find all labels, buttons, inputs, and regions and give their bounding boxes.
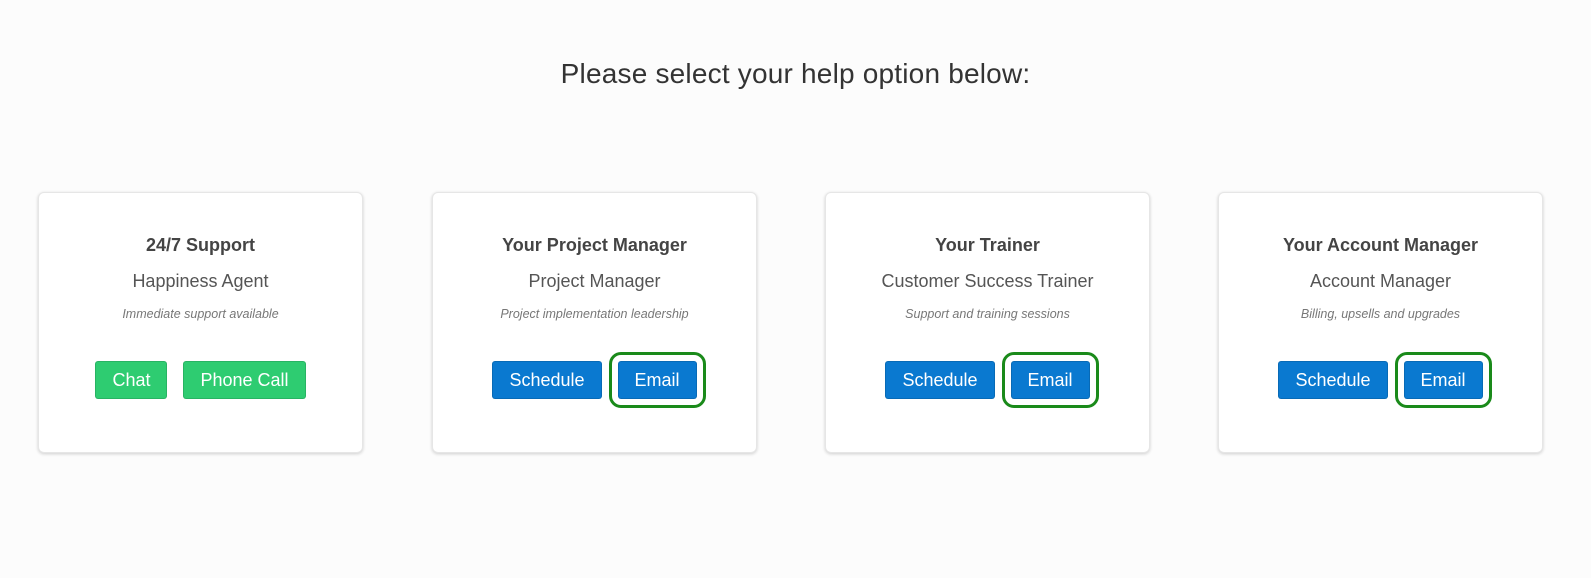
- schedule-button[interactable]: Schedule: [1278, 361, 1388, 399]
- card-account-manager: Your Account Manager Account Manager Bil…: [1218, 192, 1543, 453]
- card-actions: Chat Phone Call: [39, 361, 362, 399]
- card-title: Your Project Manager: [502, 235, 687, 255]
- schedule-button[interactable]: Schedule: [492, 361, 602, 399]
- card-support: 24/7 Support Happiness Agent Immediate s…: [38, 192, 363, 453]
- card-description: Project implementation leadership: [500, 307, 689, 321]
- email-button[interactable]: Email: [608, 352, 706, 408]
- email-button[interactable]: Email: [1394, 352, 1492, 408]
- card-title: 24/7 Support: [145, 235, 256, 255]
- card-description: Immediate support available: [122, 307, 279, 321]
- card-actions: Schedule Email: [1219, 352, 1542, 408]
- card-role: Project Manager: [528, 271, 661, 291]
- schedule-button[interactable]: Schedule: [885, 361, 995, 399]
- card-title: Your Account Manager: [1282, 235, 1479, 255]
- card-role: Account Manager: [1309, 271, 1452, 291]
- card-actions: Schedule Email: [433, 352, 756, 408]
- card-title: Your Trainer: [935, 235, 1040, 255]
- card-trainer: Your Trainer Customer Success Trainer Su…: [825, 192, 1150, 453]
- card-description: Billing, upsells and upgrades: [1300, 307, 1461, 321]
- email-button[interactable]: Email: [1001, 352, 1099, 408]
- phone-call-button[interactable]: Phone Call: [183, 361, 306, 399]
- card-role: Happiness Agent: [132, 271, 269, 291]
- chat-button[interactable]: Chat: [95, 361, 168, 399]
- card-role: Customer Success Trainer: [881, 271, 1094, 291]
- page-title: Please select your help option below:: [560, 58, 1031, 89]
- card-project-manager: Your Project Manager Project Manager Pro…: [432, 192, 757, 453]
- card-actions: Schedule Email: [826, 352, 1149, 408]
- card-description: Support and training sessions: [905, 307, 1070, 321]
